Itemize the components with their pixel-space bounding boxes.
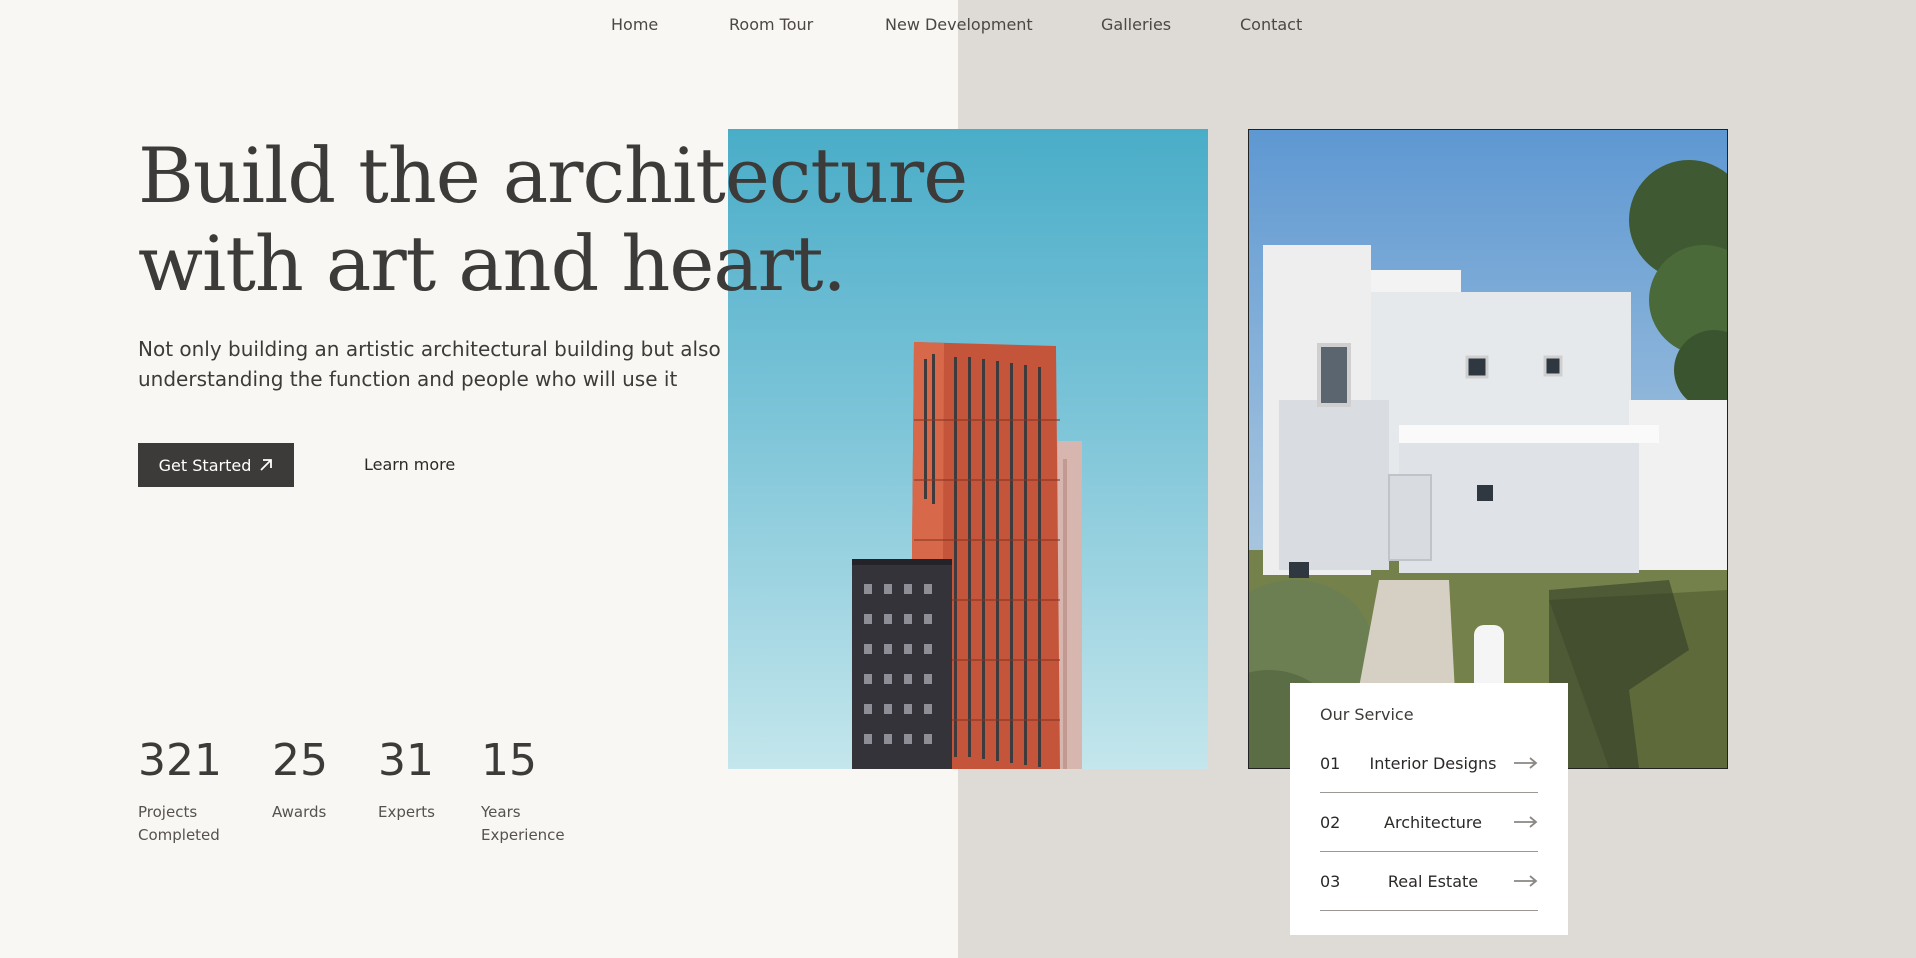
stat-awards: 25 Awards	[272, 735, 328, 824]
nav-room-tour[interactable]: Room Tour	[729, 15, 813, 34]
white-house-photo	[1248, 129, 1728, 769]
stat-label-line-2: Experience	[481, 826, 565, 844]
stat-value: 321	[138, 735, 222, 786]
service-item-real-estate[interactable]: 03 Real Estate	[1320, 852, 1538, 911]
stat-projects: 321 Projects Completed	[138, 735, 222, 847]
stat-label-line-2: Completed	[138, 826, 220, 844]
nav-galleries[interactable]: Galleries	[1101, 15, 1171, 34]
service-number: 01	[1320, 753, 1341, 773]
stat-label: Experts	[378, 801, 435, 824]
stat-value: 15	[481, 735, 537, 786]
service-number: 02	[1320, 812, 1341, 832]
arrow-up-right-icon	[260, 459, 273, 471]
stat-label: Years Experience	[481, 801, 565, 847]
service-name: Real Estate	[1387, 871, 1479, 891]
stat-label-line-1: Awards	[272, 803, 327, 821]
arrow-right-icon[interactable]	[1512, 757, 1538, 769]
stat-label: Awards	[272, 801, 328, 824]
get-started-button[interactable]: Get Started	[138, 443, 294, 487]
nav-new-development[interactable]: New Development	[885, 15, 1033, 34]
service-name: Interior Designs	[1369, 753, 1497, 773]
stat-value: 25	[272, 735, 328, 786]
hero-title-line-2: with art and heart.	[138, 219, 847, 308]
service-item-architecture[interactable]: 02 Architecture	[1320, 793, 1538, 852]
get-started-label: Get Started	[158, 455, 252, 475]
service-number: 03	[1320, 871, 1341, 891]
nav-home[interactable]: Home	[611, 15, 658, 34]
stat-years-experience: 15 Years Experience	[481, 735, 565, 847]
stat-label-line-1: Years	[481, 803, 521, 821]
stat-label: Projects Completed	[138, 801, 222, 847]
service-card-title: Our Service	[1320, 705, 1414, 724]
stat-experts: 31 Experts	[378, 735, 435, 824]
top-navigation: Home Room Tour New Development Galleries…	[0, 15, 1916, 39]
house-illustration	[1249, 160, 1727, 768]
stat-value: 31	[378, 735, 434, 786]
stat-label-line-1: Experts	[378, 803, 435, 821]
hero-title: Build the architecture with art and hear…	[138, 132, 1038, 308]
service-item-interior-designs[interactable]: 01 Interior Designs	[1320, 734, 1538, 793]
stat-label-line-1: Projects	[138, 803, 198, 821]
hero-subtitle: Not only building an artistic architectu…	[138, 337, 721, 391]
hero-title-line-1: Build the architecture	[138, 131, 968, 220]
arrow-right-icon[interactable]	[1512, 875, 1538, 887]
service-name: Architecture	[1384, 812, 1482, 832]
our-service-card: Our Service 01 Interior Designs 02 Archi…	[1290, 683, 1568, 935]
learn-more-button[interactable]: Learn more	[364, 455, 455, 474]
nav-contact[interactable]: Contact	[1240, 15, 1302, 34]
arrow-right-icon[interactable]	[1512, 816, 1538, 828]
